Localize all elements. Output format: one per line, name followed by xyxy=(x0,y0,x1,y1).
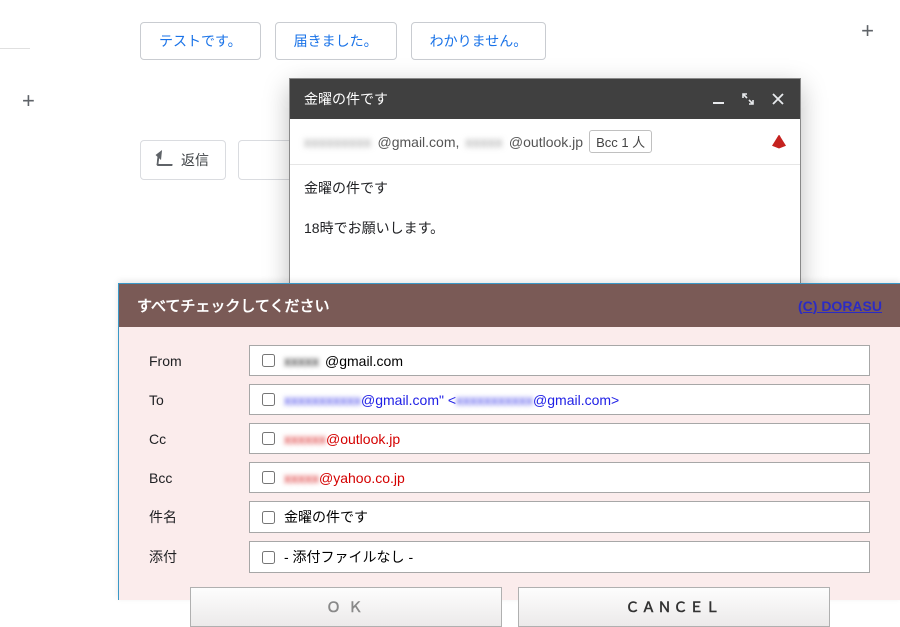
reply-button[interactable]: 返信 xyxy=(140,140,226,180)
from-value: @gmail.com xyxy=(325,353,403,369)
compose-subject[interactable]: 金曜の件です xyxy=(290,165,800,202)
add-label-icon[interactable]: + xyxy=(22,88,35,114)
left-rail: + xyxy=(0,0,58,600)
more-actions-button[interactable] xyxy=(238,140,294,180)
send-check-panel: すべてチェックしてください (C) DORASU From xxxxx @gmai… xyxy=(118,283,900,600)
side-panel-add-icon[interactable]: + xyxy=(861,18,874,44)
field-attach[interactable]: - 添付ファイルなし - xyxy=(249,541,870,573)
divider xyxy=(0,48,30,49)
check-to[interactable] xyxy=(262,393,275,406)
field-subject[interactable]: 金曜の件です xyxy=(249,501,870,533)
attach-value: - 添付ファイルなし - xyxy=(284,547,413,567)
recipient-redacted: xxxxxxxxx xyxy=(304,134,372,150)
reply-arrow-icon xyxy=(156,154,173,166)
reply-label: 返信 xyxy=(181,150,209,170)
bcc-rest: @yahoo.co.jp xyxy=(319,470,405,486)
recipient-domain: @outlook.jp xyxy=(509,134,583,150)
check-subject[interactable] xyxy=(262,511,275,524)
to-redacted: xxxxxxxxxxx xyxy=(284,392,361,408)
message-actions: 返信 xyxy=(140,140,294,180)
credit-link[interactable]: (C) DORASU xyxy=(798,298,882,314)
check-bcc[interactable] xyxy=(262,471,275,484)
label-to: To xyxy=(149,392,249,408)
field-cc[interactable]: xxxxxx@outlook.jp xyxy=(249,423,870,454)
subject-value: 金曜の件です xyxy=(284,507,368,527)
ok-button[interactable]: Ｏ Ｋ xyxy=(190,587,502,627)
cc-rest: @outlook.jp xyxy=(326,431,400,447)
bcc-redacted: xxxxx xyxy=(284,470,319,486)
check-from[interactable] xyxy=(262,354,275,367)
smart-reply-chips: テストです。 届きました。 わかりません。 xyxy=(140,22,546,60)
compose-title: 金曜の件です xyxy=(304,89,388,109)
recipient-redacted: xxxxx xyxy=(465,134,503,150)
confidential-off-icon[interactable] xyxy=(772,135,786,149)
label-cc: Cc xyxy=(149,431,249,447)
field-to[interactable]: xxxxxxxxxxx@gmail.com" <xxxxxxxxxxx@gmai… xyxy=(249,384,870,415)
field-from[interactable]: xxxxx @gmail.com xyxy=(249,345,870,376)
check-attach[interactable] xyxy=(262,551,275,564)
compose-titlebar[interactable]: 金曜の件です xyxy=(290,79,800,119)
compose-window: 金曜の件です xxxxxxxxx @gmail.com, xxxxx @outl… xyxy=(289,78,801,309)
minimize-icon[interactable] xyxy=(710,91,726,107)
check-cc[interactable] xyxy=(262,432,275,445)
smart-reply-chip[interactable]: テストです。 xyxy=(140,22,261,60)
label-attach: 添付 xyxy=(149,547,249,567)
bcc-count-badge[interactable]: Bcc 1 人 xyxy=(589,130,652,153)
smart-reply-chip[interactable]: わかりません。 xyxy=(411,22,547,60)
label-from: From xyxy=(149,353,249,369)
send-check-body: From xxxxx@gmail.com To xxxxxxxxxxx@gmai… xyxy=(119,327,900,600)
compose-recipients[interactable]: xxxxxxxxx @gmail.com, xxxxx @outlook.jp … xyxy=(290,119,800,165)
to-rest: @gmail.com> xyxy=(533,392,619,408)
to-mid: @gmail.com" < xyxy=(361,392,456,408)
label-subject: 件名 xyxy=(149,507,249,527)
to-redacted2: xxxxxxxxxxx xyxy=(456,392,533,408)
field-bcc[interactable]: xxxxx@yahoo.co.jp xyxy=(249,462,870,493)
cancel-button[interactable]: ＣＡＮＣＥＬ xyxy=(518,587,830,627)
from-redacted: xxxxx xyxy=(284,353,319,369)
smart-reply-chip[interactable]: 届きました。 xyxy=(275,22,397,60)
send-check-header: すべてチェックしてください (C) DORASU xyxy=(119,284,900,327)
send-check-title: すべてチェックしてください xyxy=(137,295,329,316)
recipient-domain: @gmail.com, xyxy=(378,134,460,150)
cc-redacted: xxxxxx xyxy=(284,431,326,447)
fullscreen-icon[interactable] xyxy=(740,91,756,107)
label-bcc: Bcc xyxy=(149,470,249,486)
close-icon[interactable] xyxy=(770,91,786,107)
